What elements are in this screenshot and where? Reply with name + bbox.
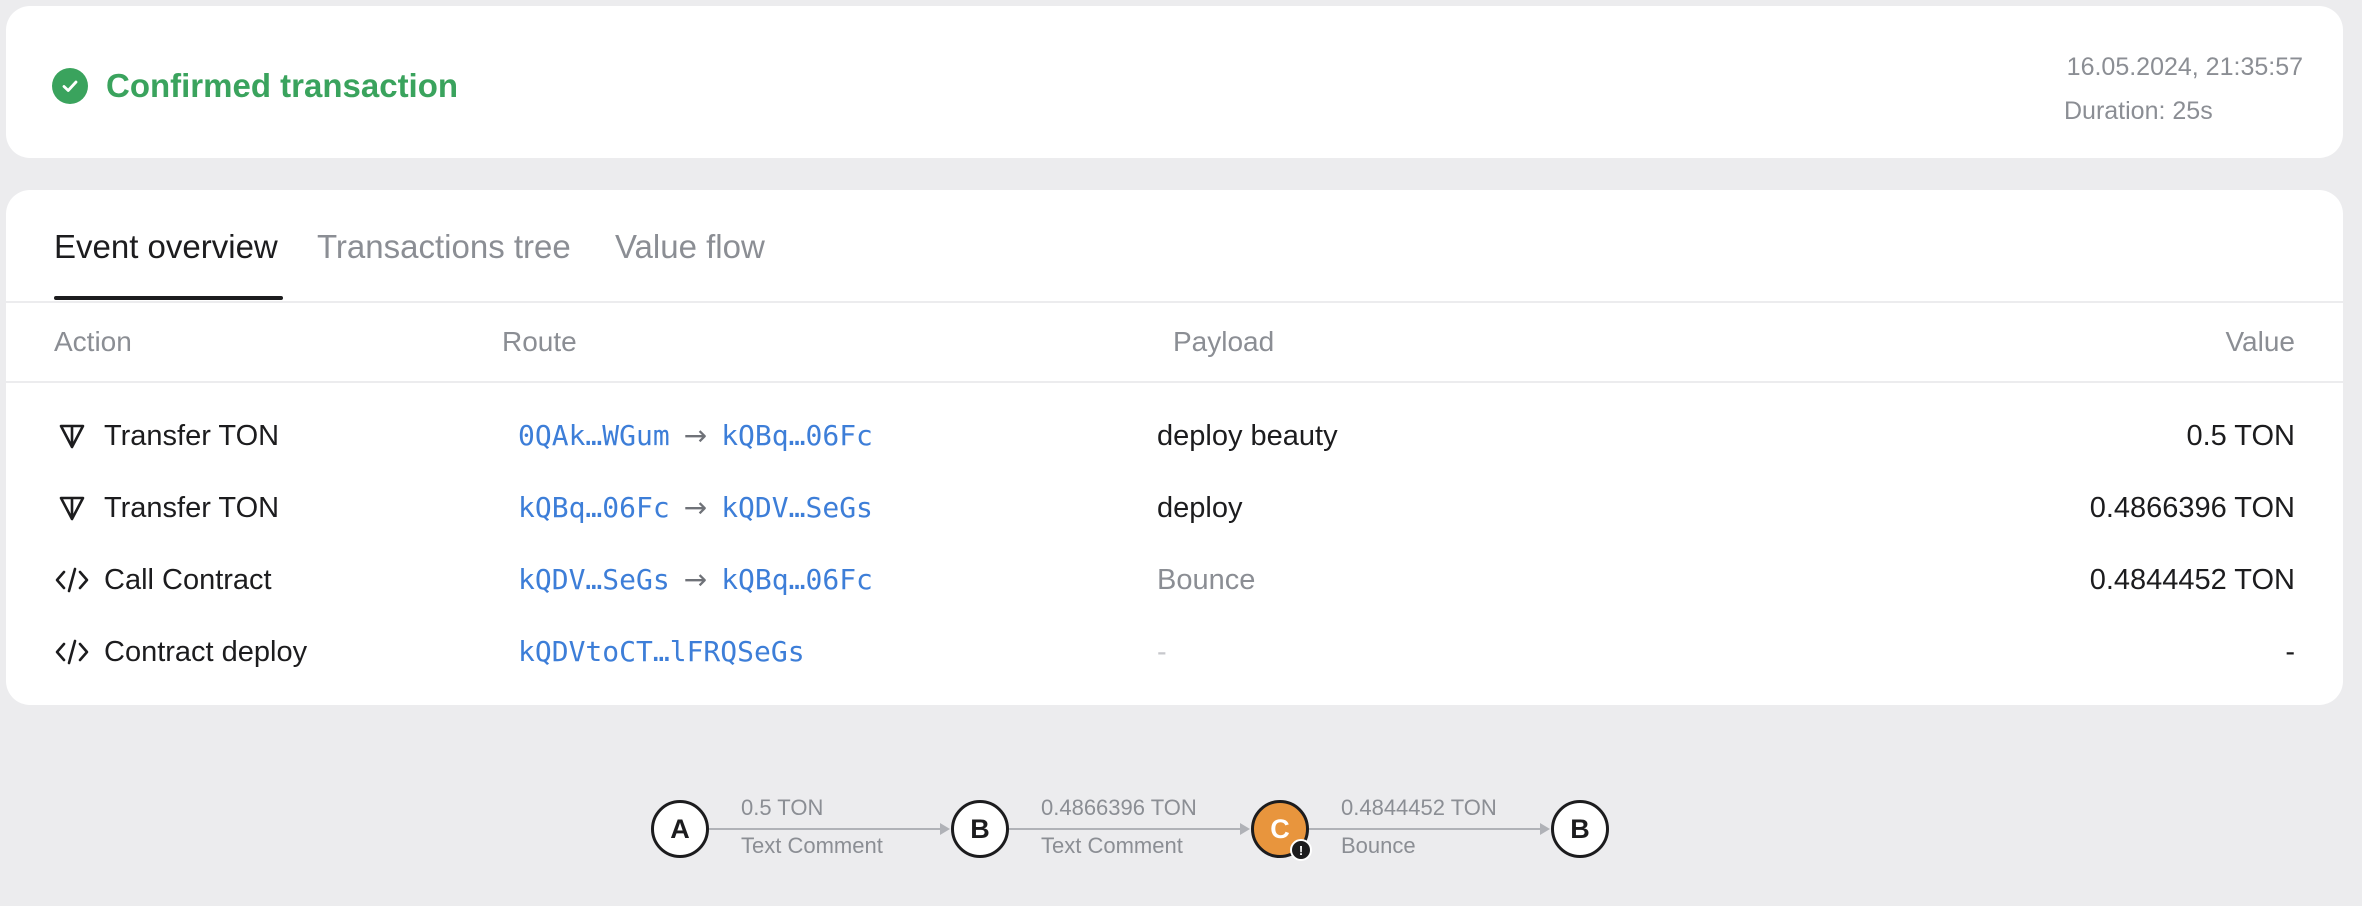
transaction-status-card: Confirmed transaction 16.05.2024, 21:35:… (6, 6, 2343, 158)
column-header-value: Value (2225, 326, 2295, 357)
tab-bar: Event overview Transactions tree Value f… (6, 190, 2343, 303)
edge-type: Text Comment (741, 833, 883, 858)
flow-node-a[interactable]: A (651, 800, 709, 858)
payload-cell: deploy (1157, 492, 1243, 524)
table-header: Action Route Payload Value (6, 303, 2343, 383)
flow-node-c[interactable]: C ! (1251, 800, 1312, 861)
edge-value: 0.5 TON (741, 795, 824, 820)
value-cell: - (2285, 636, 2295, 668)
arrow-right-icon: → (683, 491, 708, 524)
check-circle-icon (52, 68, 88, 104)
value-cell: 0.4866396 TON (2089, 492, 2295, 524)
arrow-head-icon (940, 823, 950, 835)
column-header-route: Route (502, 326, 577, 357)
payload-cell: deploy beauty (1157, 420, 1338, 452)
node-label: B (1570, 813, 1590, 844)
table-row[interactable]: Transfer TON kQBq…06Fc → kQDV…SeGs deplo… (6, 472, 2343, 544)
active-tab-indicator (54, 296, 283, 300)
ton-icon (54, 418, 90, 454)
route-cell: kQDVtoCT…lFRQSeGs (518, 633, 805, 671)
route-cell: kQBq…06Fc → kQDV…SeGs (518, 489, 873, 527)
table-row[interactable]: Transfer TON 0QAk…WGum → kQBq…06Fc deplo… (6, 400, 2343, 472)
column-header-action: Action (54, 326, 132, 357)
payload-cell: - (1157, 636, 1167, 668)
action-label: Contract deploy (104, 636, 308, 668)
flow-edge-line (709, 828, 941, 830)
edge-value: 0.4844452 TON (1341, 795, 1497, 820)
sender-address-link[interactable]: kQDV…SeGs (518, 561, 670, 599)
recipient-address-link[interactable]: kQBq…06Fc (721, 417, 873, 455)
contract-address-link[interactable]: kQDVtoCT…lFRQSeGs (518, 633, 805, 671)
transaction-datetime: 16.05.2024, 21:35:57 (2066, 53, 2303, 81)
value-cell: 0.4844452 TON (2089, 564, 2295, 596)
warning-badge-icon: ! (1290, 839, 1312, 861)
table-row[interactable]: Contract deploy kQDVtoCT…lFRQSeGs - - (6, 616, 2343, 688)
table-row[interactable]: Call Contract kQDV…SeGs → kQBq…06Fc Boun… (6, 544, 2343, 616)
tab-value-flow[interactable]: Value flow (615, 226, 765, 268)
action-cell: Transfer TON (54, 417, 279, 455)
value-flow-diagram: A 0.5 TON Text Comment B 0.4866396 TON T… (0, 760, 2362, 880)
tab-event-overview[interactable]: Event overview (54, 226, 278, 268)
action-cell: Call Contract (54, 561, 272, 599)
flow-edge-line (1009, 828, 1241, 830)
arrow-right-icon: → (683, 419, 708, 452)
flow-edge-line (1309, 828, 1541, 830)
arrow-right-icon: → (683, 563, 708, 596)
flow-node-b-final[interactable]: B (1551, 800, 1609, 858)
recipient-address-link[interactable]: kQBq…06Fc (721, 561, 873, 599)
arrow-head-icon (1540, 823, 1550, 835)
column-header-payload: Payload (1173, 326, 1275, 357)
node-label: B (970, 813, 990, 844)
ton-icon (54, 490, 90, 526)
tab-transactions-tree[interactable]: Transactions tree (317, 226, 571, 268)
node-label: C (1270, 813, 1290, 844)
payload-cell: Bounce (1157, 564, 1256, 596)
recipient-address-link[interactable]: kQDV…SeGs (721, 489, 873, 527)
code-icon (54, 562, 90, 598)
action-cell: Contract deploy (54, 633, 307, 671)
code-icon (54, 634, 90, 670)
transaction-duration: Duration: 25s (2064, 97, 2213, 125)
status-title: Confirmed transaction (106, 67, 459, 104)
event-card: Event overview Transactions tree Value f… (6, 190, 2343, 705)
route-cell: 0QAk…WGum → kQBq…06Fc (518, 417, 873, 455)
action-cell: Transfer TON (54, 489, 279, 527)
flow-node-b[interactable]: B (951, 800, 1009, 858)
value-cell: 0.5 TON (2186, 420, 2295, 452)
edge-type: Text Comment (1041, 833, 1183, 858)
sender-address-link[interactable]: kQBq…06Fc (518, 489, 670, 527)
sender-address-link[interactable]: 0QAk…WGum (518, 417, 670, 455)
route-cell: kQDV…SeGs → kQBq…06Fc (518, 561, 873, 599)
node-label: A (670, 813, 690, 844)
edge-type: Bounce (1341, 833, 1416, 858)
arrow-head-icon (1240, 823, 1250, 835)
action-label: Transfer TON (104, 492, 280, 524)
action-label: Transfer TON (104, 420, 280, 452)
edge-value: 0.4866396 TON (1041, 795, 1197, 820)
action-label: Call Contract (104, 564, 272, 596)
